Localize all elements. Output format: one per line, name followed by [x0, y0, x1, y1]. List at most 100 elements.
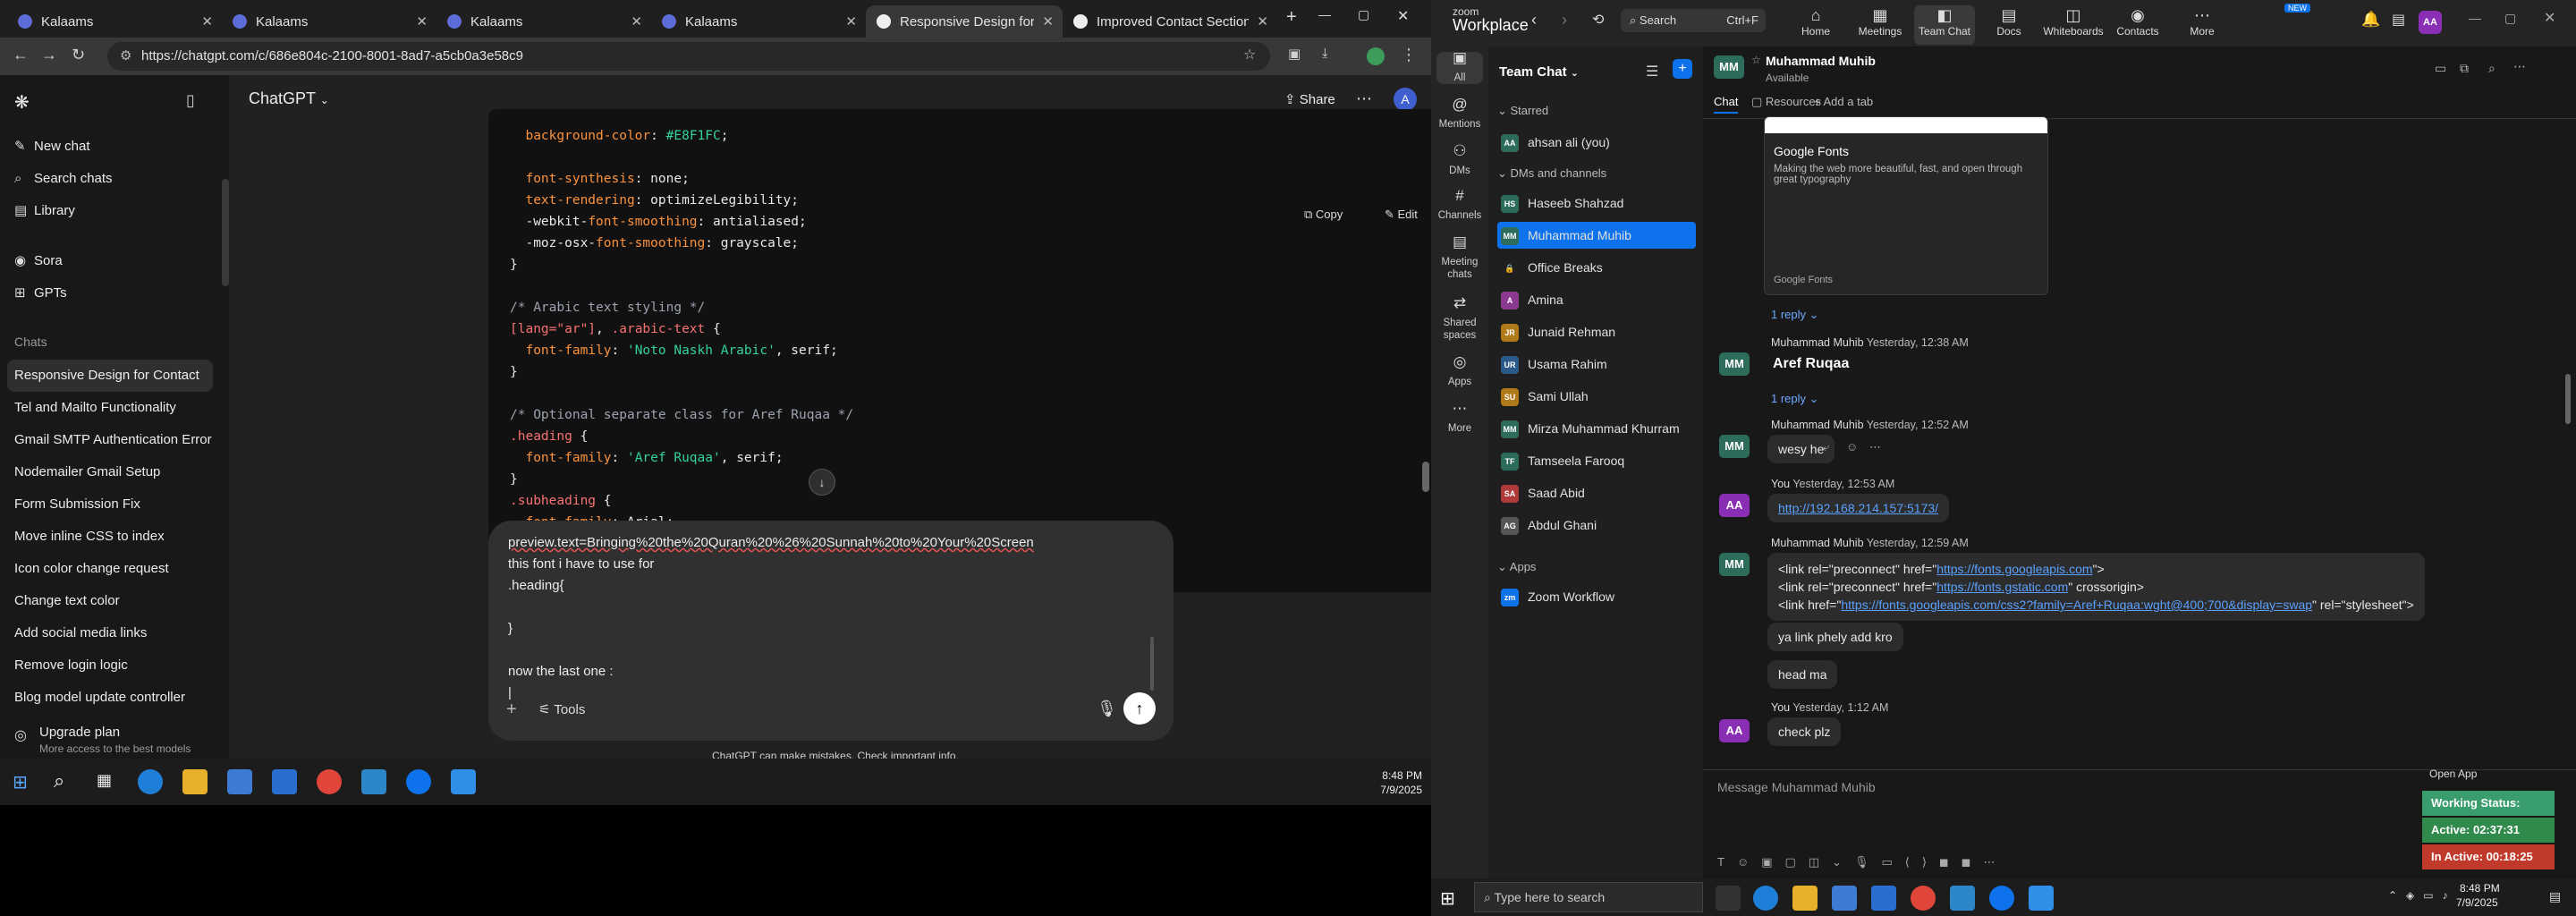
chat-history-item[interactable]: Responsive Design for Contact [7, 360, 213, 392]
minimize-icon[interactable]: — [1318, 7, 1331, 21]
edge-icon[interactable] [138, 769, 163, 794]
search-icon[interactable]: ⌕ [54, 769, 64, 793]
browser-tab[interactable]: Improved Contact Section S ✕ [1063, 5, 1277, 38]
reload-icon[interactable]: ↻ [72, 46, 85, 64]
add-attachment-icon[interactable]: + [506, 700, 517, 720]
rail-all[interactable]: ▣ All [1436, 50, 1483, 84]
chrome-icon[interactable] [1911, 886, 1936, 911]
more-icon[interactable]: ⋯ [1869, 440, 1881, 454]
site-info-icon[interactable]: ⚙ [120, 42, 131, 71]
clock-date[interactable]: 7/9/2025 [2456, 896, 2498, 909]
add-chat-icon[interactable]: + [1673, 59, 1692, 79]
chat-list-item[interactable]: SU Sami Ullah [1497, 383, 1696, 410]
emoji-icon[interactable]: ☺ [1846, 440, 1858, 454]
task-view-icon[interactable]: ▦ [97, 771, 112, 790]
start-icon[interactable]: ⊞ [13, 771, 28, 793]
file-explorer-icon[interactable] [182, 769, 208, 794]
tab-chat[interactable]: Chat [1714, 95, 1739, 114]
tools-button[interactable]: ⚟ Tools [538, 701, 585, 717]
chat-list-item[interactable]: A Amina [1497, 286, 1696, 313]
message-bubble[interactable]: head ma [1767, 660, 1838, 689]
tab-resources[interactable]: ▢ Resources [1751, 95, 1821, 109]
close-tab-icon[interactable]: ✕ [1042, 13, 1054, 30]
nav-team-chat[interactable]: ◧ Team Chat [1914, 5, 1975, 45]
edge-icon[interactable] [1753, 886, 1778, 911]
nav-meetings[interactable]: ▦ Meetings [1850, 5, 1911, 45]
message-bubble[interactable]: ya link phely add kro [1767, 623, 1903, 651]
vscode-icon[interactable] [451, 769, 476, 794]
star-icon[interactable]: ☆ [1751, 54, 1761, 66]
message-bubble[interactable]: <link rel="preconnect" href="https://fon… [1767, 553, 2425, 621]
chrome-icon[interactable] [317, 769, 342, 794]
chat-list-item[interactable]: SA Saad Abid [1497, 479, 1696, 506]
chat-history-item[interactable]: Move inline CSS to index [7, 521, 213, 553]
forward-icon[interactable]: → [41, 46, 57, 64]
openai-logo-icon[interactable]: ❋ [14, 91, 30, 114]
close-tab-icon[interactable]: ✕ [1257, 13, 1268, 30]
windows-search[interactable]: ⌕ Type here to search [1474, 882, 1703, 912]
maximize-icon[interactable]: ▢ [1358, 7, 1369, 22]
maximize-icon[interactable]: ▢ [2504, 11, 2516, 26]
main-scrollbar[interactable] [1422, 462, 1429, 492]
chat-history-item[interactable]: Form Submission Fix [7, 488, 213, 521]
store-icon[interactable] [227, 769, 252, 794]
sidebar-scrollbar[interactable] [222, 179, 229, 286]
file-explorer-icon[interactable] [1792, 886, 1818, 911]
section-heading[interactable]: ⌄ Apps [1497, 560, 1536, 574]
message-bubble[interactable]: check plz [1767, 717, 1842, 746]
compose-toolbar[interactable]: T☺▣▢◫⌄🎙▭⟨⟩◼◼⋯ [1717, 855, 2007, 869]
chat-list-item[interactable]: HS Haseeb Shahzad [1497, 190, 1696, 216]
open-app-button[interactable]: Open App [2429, 768, 2477, 780]
browser-tab[interactable]: Kalaams ✕ [651, 5, 866, 38]
send-button[interactable]: ↑ [1123, 692, 1156, 725]
chat-history-item[interactable]: Blog model update controller [7, 682, 213, 714]
microphone-icon[interactable]: 🎙 [1097, 700, 1117, 718]
share-button[interactable]: ⇪ Share [1284, 91, 1335, 107]
model-selector[interactable]: ChatGPT ⌄ [249, 89, 329, 108]
chat-history-item[interactable]: Change text color [7, 585, 213, 617]
back-icon[interactable]: ‹ [1531, 11, 1537, 30]
sidebar-item-new-chat[interactable]: ✎ New chat [14, 131, 220, 163]
chat-history-item[interactable]: Icon color change request [7, 553, 213, 585]
chat-list-item[interactable]: UR Usama Rahim [1497, 351, 1696, 377]
sidebar-item-search-chats[interactable]: ⌕ Search chats [14, 163, 220, 195]
edit-code-button[interactable]: ✎ Edit [1385, 208, 1418, 222]
chat-history-item[interactable]: Tel and Mailto Functionality [7, 392, 213, 424]
chat-history-item[interactable]: Remove login logic [7, 649, 213, 682]
close-tab-icon[interactable]: ✕ [845, 13, 857, 30]
nav-contacts[interactable]: ◉ Contacts [2107, 5, 2168, 45]
nav-docs[interactable]: ▤ Docs [1979, 5, 2039, 45]
chrome-menu-icon[interactable]: ⋮ [1401, 46, 1417, 64]
chat-list-item[interactable]: MM Mirza Muhammad Khurram [1497, 415, 1696, 442]
close-icon[interactable]: ✕ [2544, 9, 2555, 27]
rail-mentions[interactable]: @ Mentions [1431, 97, 1488, 131]
rail-dms[interactable]: ⚇ DMs [1431, 143, 1488, 177]
chat-history-item[interactable]: Add social media links [7, 617, 213, 649]
start-icon[interactable]: ⊞ [1440, 887, 1455, 910]
more-icon[interactable]: ⋯ [2513, 59, 2526, 74]
clock-time[interactable]: 8:48 PM [2460, 882, 2500, 895]
sidebar-item-sora[interactable]: ◉ Sora [14, 245, 220, 277]
chat-list-item[interactable]: MM Muhammad Muhib [1497, 222, 1696, 249]
chat-header-name[interactable]: Muhammad Muhib [1766, 54, 1876, 68]
chat-history-item[interactable]: Gmail SMTP Authentication Error [7, 424, 213, 456]
reply-count[interactable]: 1 reply ⌄ [1771, 308, 1819, 322]
browser-tab[interactable]: Kalaams ✕ [436, 5, 651, 38]
store-icon[interactable] [1832, 886, 1857, 911]
chat-list-item[interactable]: zm Zoom Workflow [1497, 583, 1696, 610]
chat-list-item[interactable]: AA ahsan ali (you) [1497, 129, 1696, 156]
new-tab-icon[interactable]: + [1286, 7, 1297, 28]
zoom-icon[interactable] [1989, 886, 2014, 911]
apps-icon[interactable]: ▤ [2392, 11, 2405, 29]
rail-shared-spaces[interactable]: ⇄ Shared spaces [1431, 295, 1488, 342]
team-chat-title[interactable]: Team Chat ⌄ [1499, 64, 1579, 80]
clock-date[interactable]: 7/9/2025 [1368, 784, 1422, 796]
link-preview-card[interactable]: Google Fonts Making the web more beautif… [1764, 116, 2048, 295]
section-heading[interactable]: ⌄ DMs and channels [1497, 166, 1606, 181]
copy-code-button[interactable]: ⧉ Copy [1304, 208, 1343, 222]
message-link[interactable]: http://192.168.214.157:5173/ [1778, 501, 1938, 515]
clock-time[interactable]: 8:48 PM [1377, 769, 1422, 782]
chat-list-item[interactable]: AG Abdul Ghani [1497, 512, 1696, 539]
sidebar-item-library[interactable]: ▤ Library [14, 195, 220, 227]
chat-list-item[interactable]: 🔒 Office Breaks [1497, 254, 1696, 281]
